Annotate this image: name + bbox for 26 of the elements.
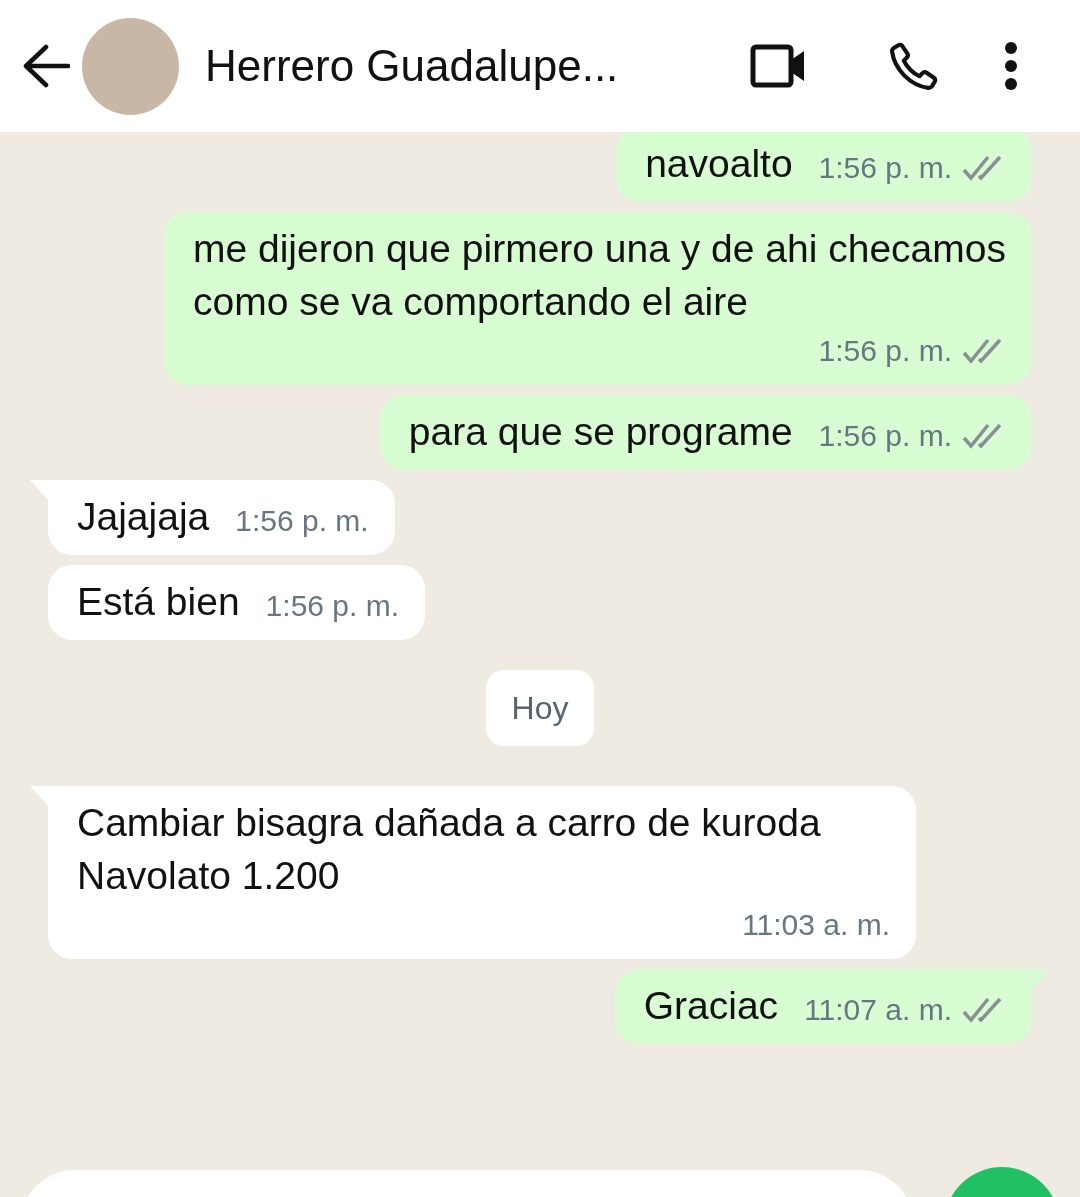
message-time: 1:56 p. m. [818,150,952,186]
contact-name[interactable]: Herrero Guadalupe... [205,33,619,99]
message-text: me dijeron que pirmero una y de ahi checamos como se va comportando el aire [193,226,1006,325]
message-time: 1:56 p. m. [818,418,952,454]
back-arrow-icon[interactable] [22,44,70,88]
message-time: 1:56 p. m. [265,588,399,624]
message-time: 11:07 a. m. [804,992,952,1028]
sent-message-bubble[interactable]: para que se programe 1:56 p. m. [379,395,1032,470]
message-time: 11:03 a. m. [742,907,890,943]
date-chip: Hoy [485,670,595,746]
received-message-bubble[interactable]: Cambiar bisagra dañada a carro de kuroda Navolato 1.200 11:03 a. m. [48,786,916,959]
message-text: Graciac [643,983,779,1029]
message-text: para que se programe [408,409,793,455]
sent-message-bubble[interactable]: me dijeron que pirmero una y de ahi checamos como se va comportando el aire 1:56 p. m. [164,212,1032,385]
sent-message-bubble[interactable]: Graciac 11:07 a. m. [614,969,1032,1044]
sent-message-bubble[interactable]: navoalto 1:56 p. m. [616,132,1032,202]
message-time: 1:56 p. m. [235,503,369,539]
message-text: Está bien [77,579,240,625]
message-text: navoalto [645,141,793,187]
menu-icon[interactable] [1004,41,1018,91]
message-text: Cambiar bisagra dañada a carro de kuroda Navolato 1.200 [77,800,822,899]
message-time: 1:56 p. m. [818,333,952,369]
phone-icon[interactable] [888,40,940,92]
received-message-bubble[interactable]: Está bien 1:56 p. m. [48,565,425,640]
message-text: Jajajaja [77,494,210,540]
received-message-bubble[interactable]: Jajajaja 1:56 p. m. [48,480,395,555]
